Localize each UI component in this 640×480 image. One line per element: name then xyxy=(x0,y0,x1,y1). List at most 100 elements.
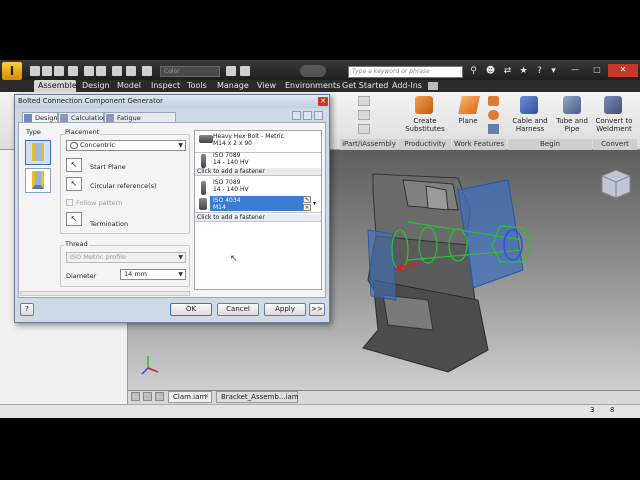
washer-icon xyxy=(201,181,206,195)
fastener-spec: M14 xyxy=(213,204,226,211)
color-combo[interactable]: Color xyxy=(160,66,220,77)
tab-manage[interactable]: Manage xyxy=(217,80,249,92)
iassembly-tool-1-icon[interactable] xyxy=(358,96,370,106)
click-to-add-fastener-2[interactable]: Click to add a fastener xyxy=(195,214,321,222)
iassembly-tool-2-icon[interactable] xyxy=(358,110,370,120)
return-icon[interactable] xyxy=(68,66,78,76)
follow-pattern-checkbox[interactable] xyxy=(66,199,73,206)
undo-icon[interactable] xyxy=(84,66,94,76)
application-menu-button[interactable]: I xyxy=(2,62,22,80)
calculation-tab-icon xyxy=(60,114,68,122)
minimize-icon[interactable]: — xyxy=(564,64,586,77)
tab-get-started[interactable]: Get Started xyxy=(342,80,388,92)
exchange-icon[interactable]: ⇄ xyxy=(502,66,513,77)
help-icon[interactable]: ? xyxy=(534,66,545,77)
cable-harness-button[interactable]: Cable and Harness xyxy=(508,117,552,133)
panel-label-begin: Begin xyxy=(508,139,592,150)
help-button[interactable]: ? xyxy=(20,303,34,316)
create-substitutes-icon[interactable] xyxy=(415,96,433,114)
title-logo xyxy=(300,65,326,77)
tab-assemble[interactable]: Assemble xyxy=(38,80,77,92)
termination-select-button[interactable]: ↖ xyxy=(66,212,82,226)
tab-inspect[interactable]: Inspect xyxy=(151,80,180,92)
open-file-icon[interactable] xyxy=(42,66,52,76)
tab-add-ins[interactable]: Add-Ins xyxy=(392,80,422,92)
convert-weldment-button[interactable]: Convert to Weldment xyxy=(592,117,636,133)
bracket-clamp-block[interactable] xyxy=(425,185,449,211)
doc-tab-label: Clam.iam xyxy=(173,393,207,401)
doc-tab-bracket[interactable]: Bracket_Assemb...iam xyxy=(216,391,299,403)
bracket-slot[interactable] xyxy=(382,294,434,331)
dialog-tool-1-icon[interactable] xyxy=(292,111,301,120)
point-icon[interactable] xyxy=(488,110,499,120)
apply-button[interactable]: Apply xyxy=(264,303,306,316)
start-plane-select-button[interactable]: ↖ xyxy=(66,158,82,172)
line-weight-icon[interactable] xyxy=(240,66,250,76)
fastener-spec: M14 x 2 x 90 xyxy=(213,140,252,147)
save-icon[interactable] xyxy=(54,66,64,76)
circular-reference-select-button[interactable]: ↖ xyxy=(66,177,82,191)
plane-icon[interactable] xyxy=(458,96,480,114)
tab-tools[interactable]: Tools xyxy=(187,80,207,92)
close-tab-icon[interactable]: ✕ xyxy=(204,393,209,400)
redo-icon[interactable] xyxy=(96,66,106,76)
close-window-icon[interactable]: ✕ xyxy=(608,64,638,77)
tab-environments[interactable]: Environments xyxy=(285,80,340,92)
new-file-icon[interactable] xyxy=(30,66,40,76)
create-substitutes-button[interactable]: Create Substitutes xyxy=(400,117,450,133)
document-menu-icon[interactable] xyxy=(155,392,164,401)
select-icon[interactable] xyxy=(112,66,122,76)
dialog-tool-3-icon[interactable] xyxy=(314,111,323,120)
thread-combo[interactable]: ISO Metric profile ▼ xyxy=(66,252,186,263)
viewcube[interactable] xyxy=(601,169,631,199)
tab-design[interactable]: Design xyxy=(82,80,110,92)
selected-face-2[interactable] xyxy=(367,229,397,301)
help-dropdown-icon[interactable]: ▾ xyxy=(548,66,559,77)
click-to-add-fastener-1[interactable]: Click to add a fastener xyxy=(195,168,321,176)
letterbox-top xyxy=(0,0,640,60)
convert-weldment-icon[interactable] xyxy=(604,96,622,114)
tube-pipe-button[interactable]: Tube and Pipe xyxy=(552,117,592,133)
maximize-icon[interactable]: □ xyxy=(586,64,608,77)
properties-icon[interactable] xyxy=(142,66,152,76)
concentric-icon xyxy=(70,142,78,149)
cable-harness-icon[interactable] xyxy=(520,96,538,114)
fastener-edit-icon[interactable]: ✎ xyxy=(303,196,311,203)
panel-label-productivity: Productivity xyxy=(399,139,451,150)
panel-label-convert: Convert xyxy=(593,139,637,150)
tab-model[interactable]: Model xyxy=(117,80,141,92)
binoculars-icon[interactable]: ⚲ xyxy=(468,66,479,77)
diameter-label: Diameter xyxy=(66,272,97,280)
fastener-menu-icon[interactable]: ▾ xyxy=(313,200,316,207)
panel-label-iassembly: iPart/iAssembly xyxy=(340,139,398,150)
plane-button[interactable]: Plane xyxy=(452,117,484,125)
fastener-name: ISO 7089 xyxy=(213,152,241,159)
user-icon[interactable]: ☻ xyxy=(485,66,496,77)
ribbon-options-icon[interactable] xyxy=(428,82,438,90)
circular-reference-label: Circular reference(s) xyxy=(90,182,157,190)
placement-combo[interactable]: Concentric ▼ xyxy=(66,140,186,151)
tile-windows-icon[interactable] xyxy=(131,392,140,401)
ok-button[interactable]: OK xyxy=(170,303,212,316)
design-tab-icon xyxy=(24,114,32,122)
tab-view[interactable]: View xyxy=(257,80,276,92)
fastener-delete-icon[interactable]: ✕ xyxy=(303,204,311,211)
save-template-icon[interactable] xyxy=(303,111,312,120)
iassembly-tool-3-icon[interactable] xyxy=(358,124,370,134)
diameter-combo[interactable]: 14 mm ▼ xyxy=(120,269,186,280)
mouse-cursor-icon: ↖ xyxy=(230,254,238,264)
ucs-icon[interactable] xyxy=(488,124,499,134)
fastener-item-nut[interactable]: ISO 4034 M14 ✎ ✕ ▾ xyxy=(195,195,321,213)
tube-pipe-icon[interactable] xyxy=(563,96,581,114)
dialog-scrollbar[interactable] xyxy=(20,291,190,296)
axis-icon[interactable] xyxy=(488,96,499,106)
cancel-button[interactable]: Cancel xyxy=(217,303,259,316)
more-button[interactable]: >> xyxy=(309,303,325,316)
measure-icon[interactable] xyxy=(226,66,236,76)
search-input[interactable]: Type a keyword or phrase xyxy=(348,66,463,78)
update-icon[interactable] xyxy=(126,66,136,76)
dialog-close-icon[interactable]: ✕ xyxy=(318,97,328,106)
favorites-icon[interactable]: ★ xyxy=(518,66,529,77)
cascade-windows-icon[interactable] xyxy=(143,392,152,401)
chevron-down-icon: ▼ xyxy=(178,254,183,261)
